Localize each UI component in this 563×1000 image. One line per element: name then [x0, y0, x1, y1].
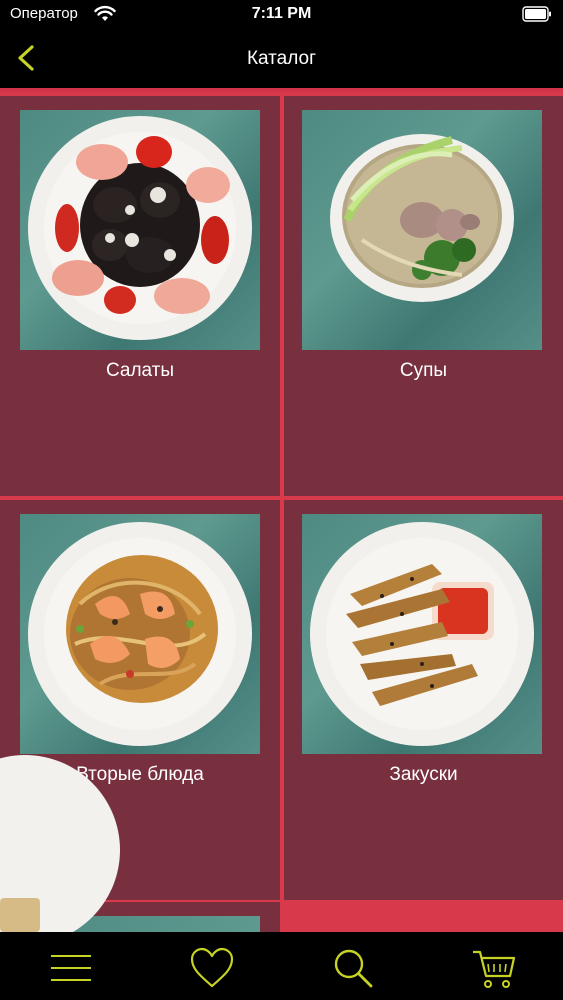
screen: Оператор 7:11 PM Каталог Салаты Супы Вто…: [0, 0, 563, 1000]
catalog-item-soups[interactable]: Супы: [284, 96, 563, 496]
tab-menu[interactable]: [47, 944, 95, 992]
decorative-food-image: [0, 898, 40, 932]
shrimp-noodles-image: [20, 514, 260, 754]
menu-icon: [51, 955, 91, 981]
page-title: Каталог: [246, 48, 317, 69]
salad-plate-image: [20, 110, 260, 350]
catalog-item-label: Закуски: [389, 764, 458, 785]
fried-snacks-image: [302, 514, 542, 754]
catalog-item-snacks[interactable]: Закуски: [284, 500, 563, 900]
catalog-item-label: Салаты: [105, 360, 175, 381]
cart-icon: [473, 950, 516, 988]
navigation-bar: Каталог: [0, 30, 563, 88]
clock: 7:11 PM: [251, 5, 312, 22]
tab-bar: [0, 932, 563, 1000]
soup-bowl-image: [302, 110, 542, 350]
status-bar: Оператор 7:11 PM: [0, 0, 563, 30]
tab-cart[interactable]: [470, 944, 518, 992]
tab-favorites[interactable]: [188, 944, 236, 992]
search-icon: [334, 949, 373, 988]
heart-icon: [190, 947, 234, 988]
battery-icon: [522, 6, 552, 22]
catalog-item-label: Супы: [399, 360, 448, 381]
tab-search[interactable]: [329, 944, 377, 992]
catalog-item-salads[interactable]: Салаты: [0, 96, 280, 496]
